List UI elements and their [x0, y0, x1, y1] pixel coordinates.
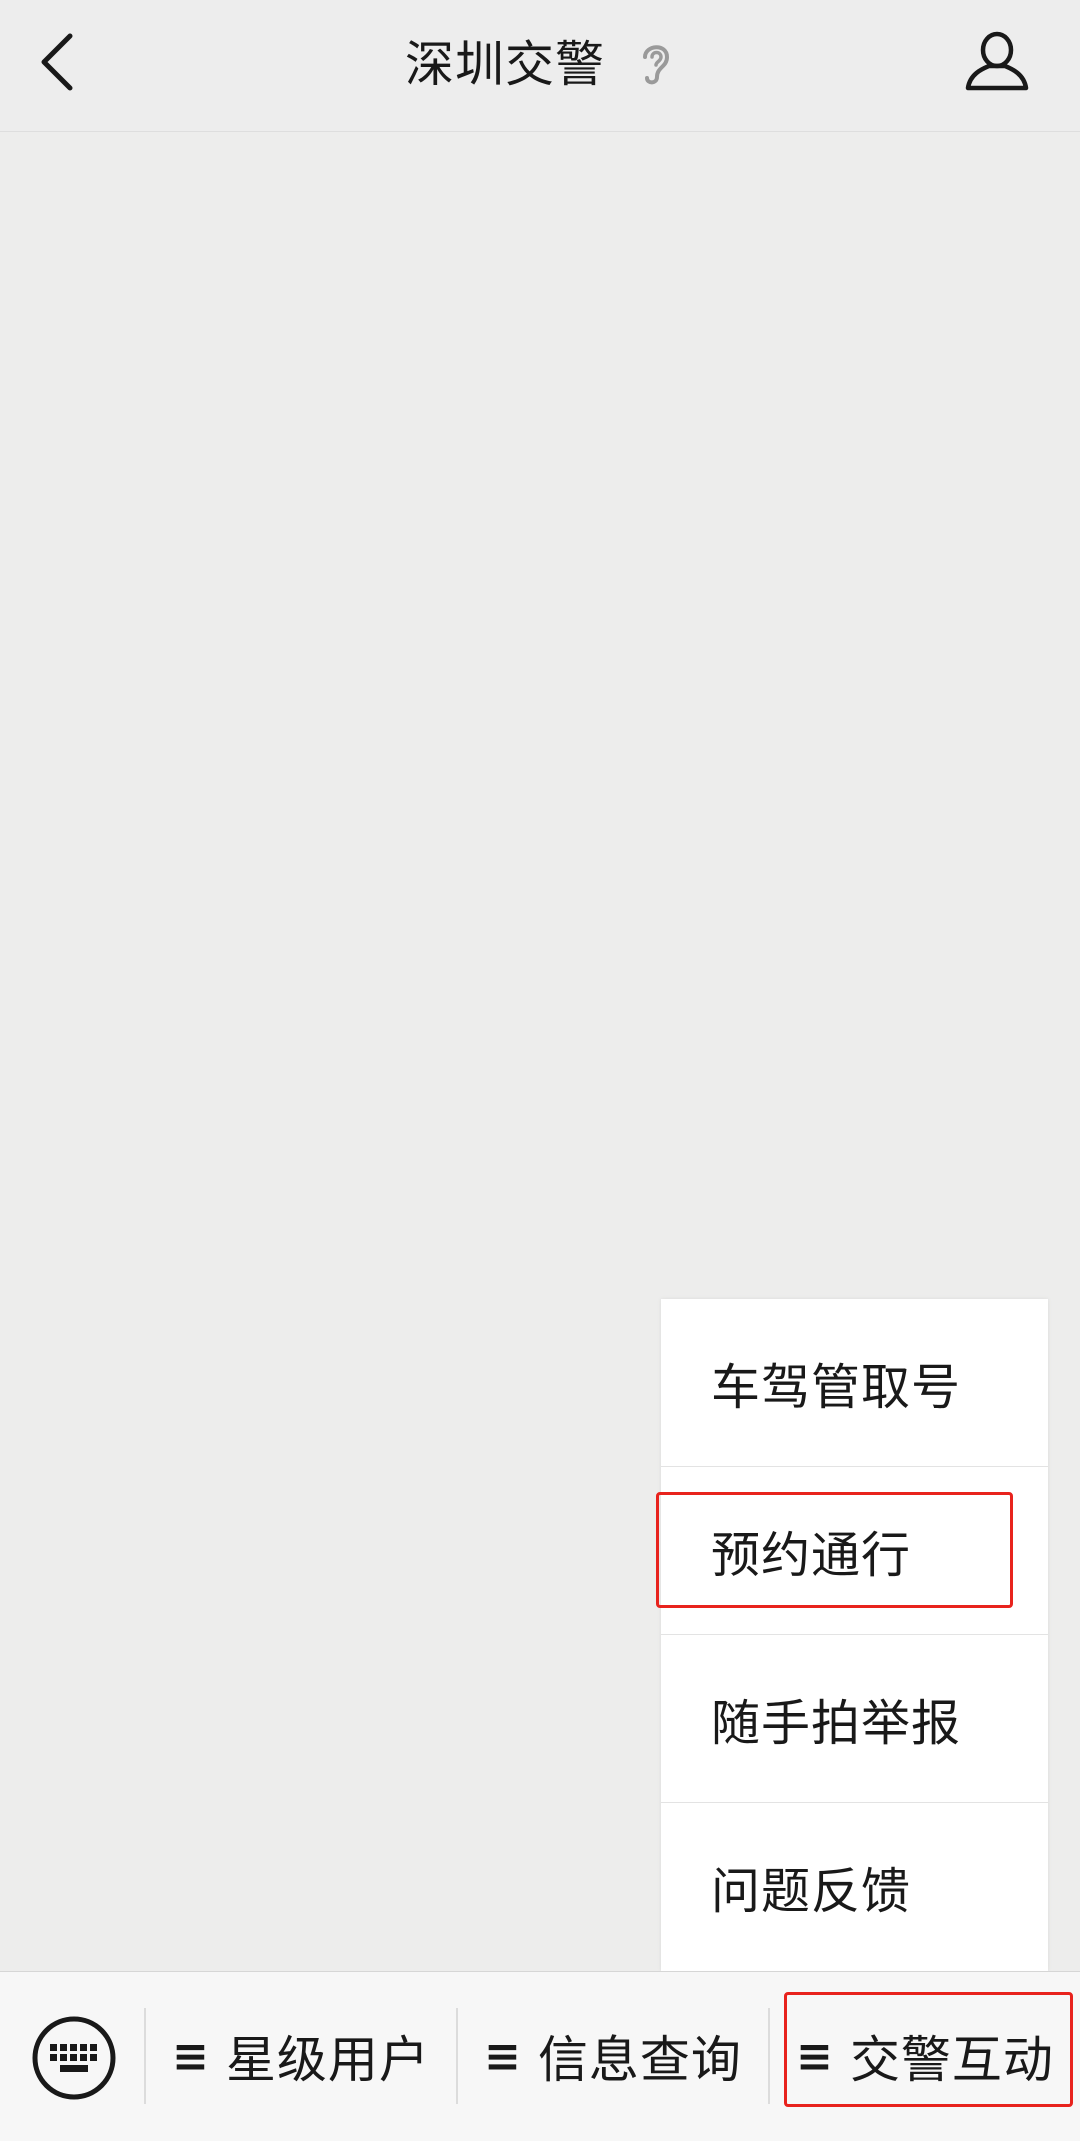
menu-lines-icon: ≡	[484, 2030, 522, 2082]
menu-lines-icon: ≡	[172, 2030, 210, 2082]
highlight-box-tab	[784, 1992, 1073, 2107]
menu-item-license-ticket[interactable]: 车驾管取号	[661, 1299, 1048, 1467]
tab-label: 信息查询	[537, 2031, 742, 2089]
tab-info-query[interactable]: ≡ 信息查询	[458, 2008, 768, 2104]
page-title: 深圳交警	[404, 35, 605, 93]
ear-icon	[643, 45, 670, 85]
tab-star-user[interactable]: ≡ 星级用户	[146, 2008, 456, 2104]
keyboard-icon	[32, 2016, 116, 2100]
submenu-popup: 车驾管取号 预约通行 随手拍举报 问题反馈	[661, 1299, 1048, 1971]
keyboard-toggle-button[interactable]	[30, 2014, 118, 2102]
highlight-box-menu-item	[656, 1492, 1013, 1608]
person-icon	[965, 31, 1029, 91]
menu-item-snapshot-report[interactable]: 随手拍举报	[661, 1635, 1048, 1803]
title-area: 深圳交警	[0, 0, 1080, 120]
profile-button[interactable]	[962, 30, 1032, 92]
chat-screen: 深圳交警 车驾管取号 预约通行 随手拍举报 问题反馈 ≡ 星级用户 ≡ 信息查询…	[0, 0, 1080, 2141]
tab-label: 星级用户	[225, 2031, 430, 2089]
menu-item-feedback[interactable]: 问题反馈	[661, 1803, 1048, 1971]
top-nav-bar: 深圳交警	[0, 0, 1080, 132]
